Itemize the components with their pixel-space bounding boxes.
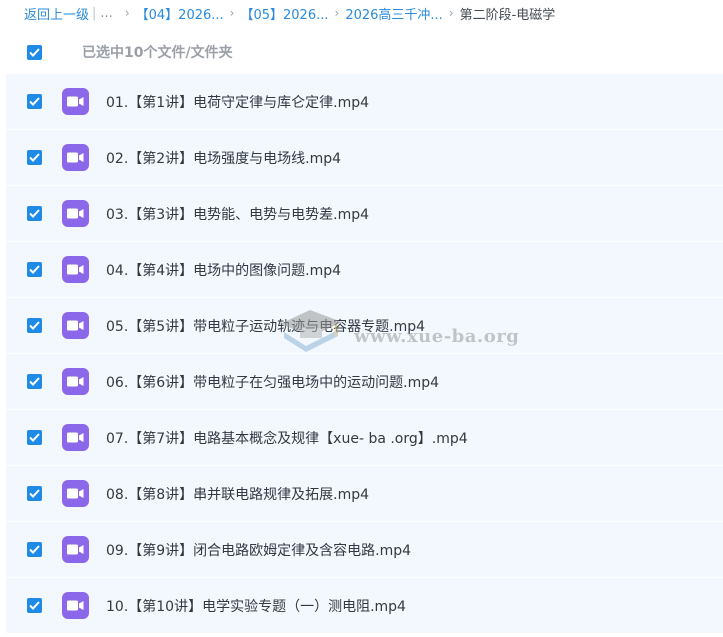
video-file-icon (62, 88, 89, 115)
file-name[interactable]: 08.【第8讲】串并联电路规律及拓展.mp4 (106, 484, 369, 504)
file-row[interactable]: 06.【第6讲】带电粒子在匀强电场中的运动问题.mp4 (6, 354, 723, 410)
file-checkbox[interactable] (27, 486, 42, 501)
file-name[interactable]: 10.【第10讲】电学实验专题（一）测电阻.mp4 (106, 596, 406, 616)
file-row[interactable]: 04.【第4讲】电场中的图像问题.mp4 (6, 242, 723, 298)
video-file-icon (62, 144, 89, 171)
checkmark-icon (29, 377, 40, 386)
file-list: 01.【第1讲】电荷守定律与库仑定律.mp4 02.【第2讲】电场强度与电场线.… (6, 74, 723, 634)
checkmark-icon (29, 153, 40, 162)
checkmark-icon (29, 433, 40, 442)
file-row[interactable]: 09.【第9讲】闭合电路欧姆定律及含容电路.mp4 (6, 522, 723, 578)
checkmark-icon (29, 265, 40, 274)
breadcrumb-ellipsis[interactable]: ... (100, 6, 112, 21)
file-name[interactable]: 02.【第2讲】电场强度与电场线.mp4 (106, 148, 341, 168)
checkmark-icon (29, 545, 40, 554)
checkmark-icon (29, 601, 40, 610)
chevron-right-icon: › (334, 6, 340, 20)
file-row[interactable]: 08.【第8讲】串并联电路规律及拓展.mp4 (6, 466, 723, 522)
video-file-icon (62, 592, 89, 619)
chevron-right-icon: › (124, 6, 130, 20)
breadcrumb: 返回上一级 | ... › 【04】2026... › 【05】2026... … (0, 0, 723, 26)
checkmark-icon (29, 321, 40, 330)
file-browser: 返回上一级 | ... › 【04】2026... › 【05】2026... … (0, 0, 723, 637)
file-row[interactable]: 07.【第7讲】电路基本概念及规律【xue- ba .org】.mp4 (6, 410, 723, 466)
file-checkbox[interactable] (27, 430, 42, 445)
file-name[interactable]: 07.【第7讲】电路基本概念及规律【xue- ba .org】.mp4 (106, 428, 468, 448)
back-link[interactable]: 返回上一级 (24, 4, 89, 23)
video-file-icon (62, 480, 89, 507)
chevron-right-icon: › (448, 6, 454, 20)
breadcrumb-item[interactable]: 【04】2026... (136, 4, 224, 23)
file-name[interactable]: 05.【第5讲】带电粒子运动轨迹与电容器专题.mp4 (106, 316, 425, 336)
file-name[interactable]: 09.【第9讲】闭合电路欧姆定律及含容电路.mp4 (106, 540, 411, 560)
file-checkbox[interactable] (27, 598, 42, 613)
checkmark-icon (29, 489, 40, 498)
file-row[interactable]: 05.【第5讲】带电粒子运动轨迹与电容器专题.mp4 (6, 298, 723, 354)
file-name[interactable]: 06.【第6讲】带电粒子在匀强电场中的运动问题.mp4 (106, 372, 439, 392)
select-all-checkbox[interactable] (27, 45, 42, 60)
file-checkbox[interactable] (27, 262, 42, 277)
chevron-right-icon: › (229, 6, 235, 20)
breadcrumb-item[interactable]: 【05】2026... (240, 4, 328, 23)
file-checkbox[interactable] (27, 542, 42, 557)
file-name[interactable]: 03.【第3讲】电势能、电势与电势差.mp4 (106, 204, 369, 224)
video-file-icon (62, 368, 89, 395)
video-file-icon (62, 312, 89, 339)
file-checkbox[interactable] (27, 206, 42, 221)
file-row[interactable]: 01.【第1讲】电荷守定律与库仑定律.mp4 (6, 74, 723, 130)
file-name[interactable]: 04.【第4讲】电场中的图像问题.mp4 (106, 260, 341, 280)
video-file-icon (62, 424, 89, 451)
selection-count: 已选中10个文件/文件夹 (82, 45, 233, 61)
file-name[interactable]: 01.【第1讲】电荷守定律与库仑定律.mp4 (106, 92, 369, 112)
video-file-icon (62, 536, 89, 563)
file-row[interactable]: 10.【第10讲】电学实验专题（一）测电阻.mp4 (6, 578, 723, 634)
checkmark-icon (29, 97, 40, 106)
file-checkbox[interactable] (27, 374, 42, 389)
checkmark-icon (29, 48, 40, 57)
selection-header: 已选中10个文件/文件夹 (0, 30, 723, 74)
breadcrumb-divider: | (92, 5, 97, 21)
breadcrumb-current: 第二阶段-电磁学 (459, 7, 556, 23)
breadcrumb-item[interactable]: 2026高三千冲... (345, 4, 442, 23)
file-checkbox[interactable] (27, 318, 42, 333)
file-checkbox[interactable] (27, 94, 42, 109)
checkmark-icon (29, 209, 40, 218)
video-file-icon (62, 256, 89, 283)
file-checkbox[interactable] (27, 150, 42, 165)
file-row[interactable]: 03.【第3讲】电势能、电势与电势差.mp4 (6, 186, 723, 242)
video-file-icon (62, 200, 89, 227)
file-row[interactable]: 02.【第2讲】电场强度与电场线.mp4 (6, 130, 723, 186)
